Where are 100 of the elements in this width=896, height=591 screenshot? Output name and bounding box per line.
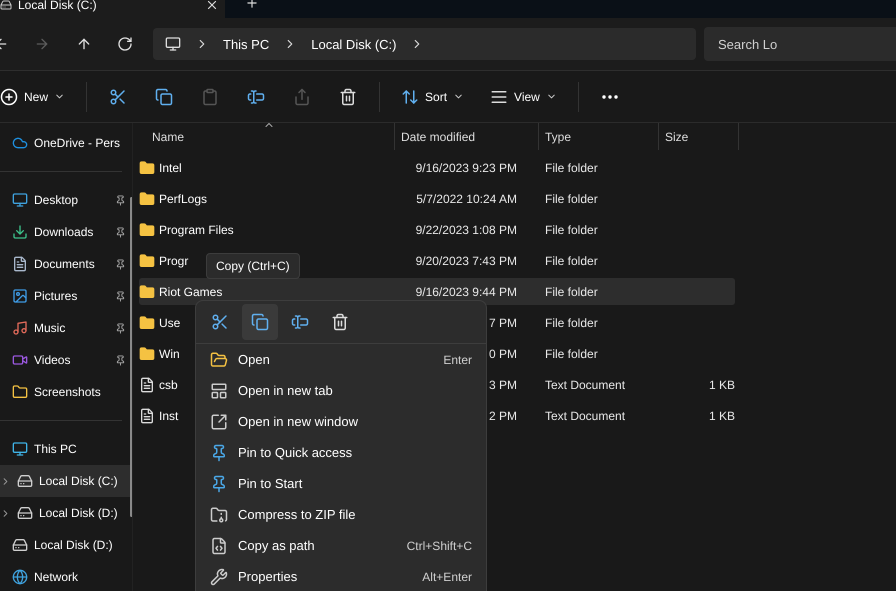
type-cell-text: Text Document [544, 408, 626, 422]
view-button[interactable]: View [480, 80, 567, 114]
file-name[interactable]: Inst [159, 408, 178, 422]
sidebar-label: Music [34, 321, 66, 335]
folder-icon [210, 350, 228, 368]
column-header[interactable]: Name [139, 123, 395, 150]
pin-icon [115, 322, 126, 334]
sidebar-label: Pictures [34, 289, 78, 303]
file-name[interactable]: Win [159, 346, 180, 360]
path-icon [210, 536, 228, 554]
new-tab-icon[interactable] [245, 0, 259, 10]
copy-icon [251, 313, 269, 331]
menu-item[interactable]: Pin to Start [196, 468, 486, 499]
share-icon [293, 88, 312, 106]
tab[interactable]: Local Disk (C:) [0, 0, 225, 18]
column-header[interactable]: Size [659, 123, 739, 150]
sidebar-item[interactable]: Documents [0, 248, 130, 280]
menu-item[interactable]: Open Enter [196, 344, 486, 375]
sidebar-item[interactable]: OneDrive - Pers [0, 127, 130, 159]
breadcrumb[interactable]: This PC [223, 36, 270, 52]
menu-item[interactable]: Pin to Quick access [196, 437, 486, 468]
date-text: 5/7/2022 10:24 AM [416, 192, 517, 206]
network-icon [12, 569, 28, 585]
sidebar-item[interactable]: Desktop [0, 184, 130, 216]
pin-icon [210, 444, 228, 462]
tooltip: Copy (Ctrl+C) [206, 253, 300, 279]
file-name[interactable]: Riot Games [159, 284, 222, 298]
sidebar-item[interactable]: Downloads [0, 216, 130, 248]
sidebar-label: OneDrive - Pers [34, 136, 122, 150]
sidebar-label: Network [34, 570, 80, 584]
sidebar-item[interactable]: Videos [0, 344, 130, 376]
menu-label: Compress to ZIP file [238, 507, 357, 522]
sidebar-item[interactable]: This PC [0, 433, 130, 465]
type-cell-text: Text Document [544, 378, 626, 392]
date-text: 9/16/2023 9:44 PM [416, 284, 517, 298]
new-window-icon [210, 412, 228, 430]
close-icon[interactable] [205, 0, 219, 12]
date-text: 9/16/2023 9:23 PM [416, 160, 517, 174]
sidebar-item[interactable]: Screenshots [0, 376, 130, 408]
column-header[interactable]: Date modified [395, 123, 539, 150]
folder-icon [139, 160, 155, 176]
sidebar-item[interactable]: Local Disk (D:) [0, 497, 130, 529]
sidebar-item[interactable]: Music [0, 312, 130, 344]
sidebar-label: This PC [34, 442, 78, 456]
menu-label: Open in new tab [238, 383, 334, 398]
zip-folder-icon [210, 506, 228, 524]
breadcrumb[interactable]: Local Disk (C:) [311, 36, 396, 52]
sidebar-item[interactable]: Pictures [0, 280, 130, 312]
sidebar-label: Local Disk (D:) [34, 538, 114, 552]
shortcut-text: Ctrl+Shift+C [406, 538, 472, 552]
menu-item[interactable]: Compress to ZIP file [196, 499, 486, 530]
sidebar-label: Documents [34, 257, 96, 271]
drive-icon [17, 473, 33, 489]
file-name[interactable]: Program Files [159, 222, 234, 236]
menu-item[interactable]: Open in new tab [196, 375, 486, 406]
menu-label: Pin to Quick access [238, 445, 354, 460]
refresh-icon [117, 36, 134, 52]
sidebar-item[interactable]: Network [0, 561, 130, 591]
type-cell-text: File folder [544, 316, 599, 330]
more-icon [602, 94, 618, 98]
file-name[interactable]: PerfLogs [159, 192, 208, 206]
file-name[interactable]: Progr [159, 254, 188, 268]
folder-icon [139, 222, 155, 238]
folder-icon [139, 190, 155, 206]
menu-label: Open [238, 352, 271, 367]
sidebar-item[interactable]: Local Disk (D:) [0, 529, 130, 561]
menu-item[interactable]: Copy as path Ctrl+Shift+C [196, 530, 486, 561]
pin-icon [115, 258, 126, 270]
pin-icon [115, 226, 126, 238]
size-cell-text: 1 KB [708, 378, 735, 392]
rename-icon [247, 88, 266, 106]
file-name[interactable]: csb [159, 378, 178, 392]
type-cell-text: File folder [544, 160, 599, 174]
menu-item[interactable]: Open in new window [196, 406, 486, 437]
date-text: 3 PM [488, 378, 517, 392]
search-field[interactable]: Search Lo [704, 27, 896, 61]
file-name[interactable]: Use [159, 316, 180, 330]
address-bar[interactable]: This PC Local Disk (C:) [153, 28, 696, 60]
menu-item[interactable]: Properties Alt+Enter [196, 561, 486, 591]
date-text: 7 PM [488, 316, 517, 330]
date-text: 2 PM [488, 408, 517, 422]
file-name[interactable]: Intel [159, 160, 182, 174]
type-cell-text: File folder [544, 192, 599, 206]
column-header[interactable]: Type [539, 123, 659, 150]
shortcut-text: Alt+Enter [422, 570, 472, 584]
copy-button[interactable] [242, 304, 278, 340]
tab-label: Local Disk (C:) [18, 0, 98, 12]
pin-icon [210, 474, 228, 492]
menu-label: Properties [238, 569, 298, 584]
sidebar-item[interactable]: Local Disk (C:) [0, 465, 130, 497]
new-button[interactable]: New [0, 80, 76, 114]
date-text: 0 PM [488, 346, 517, 360]
sort-button[interactable]: Sort [391, 80, 474, 114]
folder-icon [139, 252, 155, 268]
menu-label: Pin to Start [238, 476, 304, 491]
selected-file-row[interactable]: Riot Games 9/16/2023 9:44 PM File folder [139, 278, 735, 305]
drive-icon [12, 537, 28, 553]
size-cell-text: 1 KB [708, 408, 735, 422]
trash-icon [331, 313, 349, 331]
plus-circle-icon [0, 88, 18, 106]
